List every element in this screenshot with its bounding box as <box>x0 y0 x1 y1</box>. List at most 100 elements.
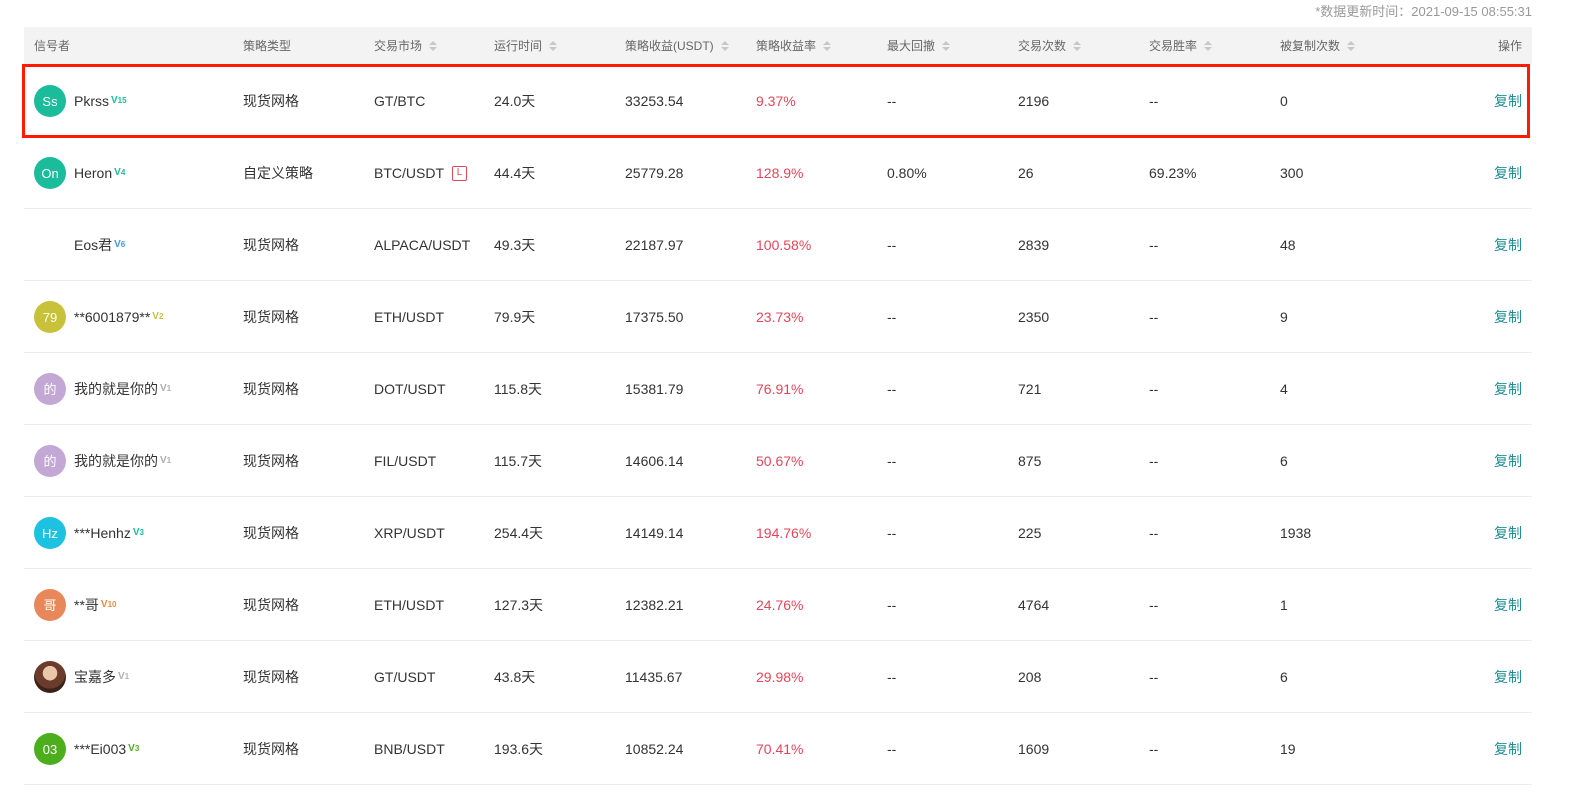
runtime: 254.4天 <box>494 525 544 541</box>
copy-button[interactable]: 复制 <box>1494 65 1522 137</box>
profit: 14606.14 <box>625 453 684 469</box>
sort-icon[interactable] <box>720 41 729 51</box>
avatar[interactable]: 03 <box>34 733 66 765</box>
table-row: 的我的就是你的 V 1 现货网格 FIL/USDT 115.7天 14606.14 50.67… <box>24 425 1532 497</box>
header-win-rate[interactable]: 交易胜率 <box>1149 27 1213 65</box>
profit: 15381.79 <box>625 381 684 397</box>
signaler-cell[interactable]: 的我的就是你的 V 1 <box>34 353 171 425</box>
sort-icon[interactable] <box>1347 41 1356 51</box>
signaler-name[interactable]: 我的就是你的 <box>74 353 158 425</box>
signaler-name[interactable]: **哥 <box>74 569 99 641</box>
header-max-drawdown[interactable]: 最大回撤 <box>887 27 951 65</box>
signaler-name[interactable]: ***Henhz <box>74 497 131 569</box>
table-row: 宝嘉多 V 1 现货网格 GT/USDT 43.8天 11435.67 29.98% -- 208… <box>24 641 1532 713</box>
header-profit[interactable]: 策略收益(USDT) <box>625 27 729 65</box>
copy-button[interactable]: 复制 <box>1494 713 1522 785</box>
signaler-cell[interactable]: On Heron V 4 <box>34 137 125 209</box>
signaler-name[interactable]: 我的就是你的 <box>74 425 158 497</box>
market-cell: BNB/USDT <box>374 713 445 785</box>
strategy-type: 现货网格 <box>243 237 299 253</box>
win-rate: 69.23% <box>1149 165 1197 181</box>
avatar[interactable]: 79 <box>34 301 66 333</box>
table-header: 信号者 策略类型 交易市场 运行时间 策略收益(USDT) 策略收益率 最大回撤… <box>24 27 1532 65</box>
runtime: 115.8天 <box>494 381 542 397</box>
table-row: 的我的就是你的 V 1 现货网格 DOT/USDT 115.8天 15381.79 76.91… <box>24 353 1532 425</box>
signaler-name[interactable]: 宝嘉多 <box>74 641 116 713</box>
copy-button[interactable]: 复制 <box>1494 281 1522 353</box>
strategy-type: 现货网格 <box>243 309 299 325</box>
avatar[interactable]: 哥 <box>34 589 66 621</box>
market-cell: ETH/USDT <box>374 569 444 641</box>
avatar[interactable] <box>34 229 66 261</box>
table-row: 哥 **哥 V 10 现货网格 ETH/USDT 127.3天 12382.21 24.76% -… <box>24 569 1532 641</box>
profit: 14149.14 <box>625 525 684 541</box>
avatar[interactable]: 的 <box>34 373 66 405</box>
market-cell: GT/BTC <box>374 65 425 137</box>
copy-button[interactable]: 复制 <box>1494 353 1522 425</box>
runtime: 115.7天 <box>494 453 542 469</box>
market: GT/USDT <box>374 669 436 685</box>
sort-icon[interactable] <box>1204 41 1213 51</box>
copy-button[interactable]: 复制 <box>1494 497 1522 569</box>
profit-rate: 100.58% <box>756 237 812 253</box>
sort-icon[interactable] <box>549 41 558 51</box>
signaler-name[interactable]: Pkrss <box>74 65 109 137</box>
market: XRP/USDT <box>374 525 445 541</box>
copy-button[interactable]: 复制 <box>1494 425 1522 497</box>
avatar[interactable]: On <box>34 157 66 189</box>
header-market[interactable]: 交易市场 <box>374 27 438 65</box>
table-row: Ss Pkrss V 15 现货网格 GT/BTC 24.0天 33253.54 9.37% --… <box>24 65 1532 137</box>
sort-icon[interactable] <box>823 41 832 51</box>
avatar[interactable]: Hz <box>34 517 66 549</box>
copy-button[interactable]: 复制 <box>1494 137 1522 209</box>
sort-icon[interactable] <box>942 41 951 51</box>
header-action: 操作 <box>1497 39 1522 53</box>
max-drawdown: 0.80% <box>887 165 927 181</box>
signaler-cell[interactable]: 哥 **哥 V 10 <box>34 569 116 641</box>
signaler-name[interactable]: Eos君 <box>74 209 112 281</box>
strategy-type: 自定义策略 <box>243 165 313 181</box>
signaler-cell[interactable]: Eos君 V 6 <box>34 209 125 281</box>
profit: 25779.28 <box>625 165 684 181</box>
header-signaler: 信号者 <box>34 39 71 53</box>
max-drawdown: -- <box>887 597 897 613</box>
avatar[interactable] <box>34 661 66 693</box>
header-runtime[interactable]: 运行时间 <box>494 27 558 65</box>
signaler-name[interactable]: Heron <box>74 137 112 209</box>
avatar[interactable]: 的 <box>34 445 66 477</box>
header-trade-count[interactable]: 交易次数 <box>1018 27 1082 65</box>
win-rate: -- <box>1149 93 1159 109</box>
signaler-cell[interactable]: 79 **6001879** V 2 <box>34 281 163 353</box>
trade-count: 721 <box>1018 381 1042 397</box>
table-body: Ss Pkrss V 15 现货网格 GT/BTC 24.0天 33253.54 9.37% --… <box>24 65 1532 785</box>
copy-button[interactable]: 复制 <box>1494 641 1522 713</box>
strategy-type: 现货网格 <box>243 525 299 541</box>
signaler-cell[interactable]: 03 ***Ei003 V 3 <box>34 713 139 785</box>
sort-icon[interactable] <box>1073 41 1082 51</box>
copy-button[interactable]: 复制 <box>1494 209 1522 281</box>
level-badge-icon: V1 <box>160 455 172 466</box>
max-drawdown: -- <box>887 381 897 397</box>
market: BTC/USDT <box>374 165 444 181</box>
signaler-cell[interactable]: Ss Pkrss V 15 <box>34 65 127 137</box>
profit-rate: 128.9% <box>756 165 804 181</box>
header-profit-rate[interactable]: 策略收益率 <box>756 27 832 65</box>
signaler-name[interactable]: ***Ei003 <box>74 713 126 785</box>
level-badge-icon: V 10 <box>100 599 117 610</box>
sort-icon[interactable] <box>429 41 438 51</box>
table-row: 03 ***Ei003 V 3 现货网格 BNB/USDT 193.6天 10852.24 70… <box>24 713 1532 785</box>
win-rate: -- <box>1149 381 1159 397</box>
signaler-cell[interactable]: Hz ***Henhz V 3 <box>34 497 144 569</box>
signaler-name[interactable]: **6001879** <box>74 281 150 353</box>
header-copied-count[interactable]: 被复制次数 <box>1280 27 1356 65</box>
copied-count: 6 <box>1280 669 1288 685</box>
signaler-cell[interactable]: 宝嘉多 V 1 <box>34 641 129 713</box>
avatar[interactable]: Ss <box>34 85 66 117</box>
copied-count: 48 <box>1280 237 1296 253</box>
trade-count: 4764 <box>1018 597 1050 613</box>
signaler-cell[interactable]: 的我的就是你的 V 1 <box>34 425 171 497</box>
market-cell: DOT/USDT <box>374 353 446 425</box>
copied-count: 6 <box>1280 453 1288 469</box>
copy-button[interactable]: 复制 <box>1494 569 1522 641</box>
table-row: Eos君 V 6 现货网格 ALPACA/USDT 49.3天 22187.97 100.58… <box>24 209 1532 281</box>
